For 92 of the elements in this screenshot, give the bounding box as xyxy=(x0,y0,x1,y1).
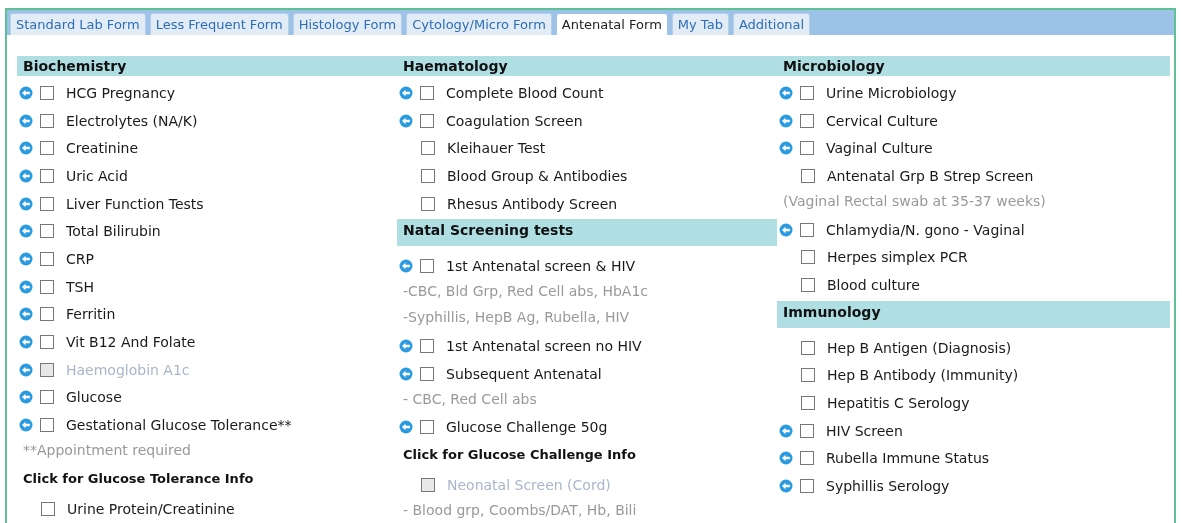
test-label: Cervical Culture xyxy=(826,112,938,129)
checkbox[interactable] xyxy=(40,196,54,211)
checkbox[interactable] xyxy=(40,113,54,128)
checkbox[interactable] xyxy=(40,251,54,266)
checkbox[interactable] xyxy=(421,196,435,211)
checkbox[interactable] xyxy=(801,250,815,265)
test-label: Haemoglobin A1c xyxy=(66,361,190,378)
section-header: Natal Screening tests xyxy=(397,219,777,247)
test-label: Vit B12 And Folate xyxy=(66,334,196,351)
checkbox[interactable] xyxy=(801,340,815,355)
checkbox[interactable] xyxy=(40,85,54,100)
test-label: Total Bilirubin xyxy=(66,223,161,240)
checkbox[interactable] xyxy=(801,277,815,292)
checkbox[interactable] xyxy=(420,420,434,435)
test-label: Electrolytes (NA/K) xyxy=(66,112,198,129)
section-header: Microbiology xyxy=(777,56,1170,76)
checkbox[interactable] xyxy=(800,113,814,128)
form-tab[interactable]: Standard Lab Form xyxy=(10,13,146,35)
test-label: Antenatal Grp B Strep Screen xyxy=(827,167,1034,184)
test-label: Rhesus Antibody Screen xyxy=(447,195,618,212)
note-text: (Vaginal Rectal swab at 35-37 weeks) xyxy=(782,191,1046,211)
checkbox[interactable] xyxy=(421,141,435,156)
checkbox[interactable] xyxy=(420,259,434,274)
test-label: Herpes simplex PCR xyxy=(827,249,968,266)
note-text: - Blood grp, Coombs/DAT, Hb, Bili xyxy=(402,500,637,520)
test-label: Vaginal Culture xyxy=(826,140,933,157)
test-label: Syphillis Serology xyxy=(826,478,950,495)
test-label: Urine Protein/Creatinine xyxy=(67,500,235,517)
checkbox[interactable] xyxy=(420,338,434,353)
checkbox[interactable] xyxy=(40,390,54,405)
test-label: Glucose xyxy=(66,389,122,406)
checkbox[interactable] xyxy=(800,222,814,237)
test-label: Rubella Immune Status xyxy=(826,450,990,467)
test-label: Creatinine xyxy=(66,140,139,157)
section-header: Immunology xyxy=(777,300,1170,328)
form-tab[interactable]: Cytology/Micro Form xyxy=(406,13,552,35)
checkbox[interactable] xyxy=(801,396,815,411)
test-label: Uric Acid xyxy=(66,167,128,184)
checkbox[interactable] xyxy=(40,168,54,183)
note-text: **Appointment required xyxy=(22,440,191,460)
checkbox[interactable] xyxy=(40,335,54,350)
section-header: Biochemistry xyxy=(17,56,397,76)
checkbox[interactable] xyxy=(800,423,814,438)
test-label: Liver Function Tests xyxy=(66,195,204,212)
info-link[interactable]: Click for Glucose Tolerance Info xyxy=(17,464,254,495)
form-tab[interactable]: My Tab xyxy=(671,13,729,35)
checkbox[interactable] xyxy=(800,451,814,466)
test-label: Coagulation Screen xyxy=(446,112,583,129)
test-label: Complete Blood Count xyxy=(446,84,604,101)
test-label: Hepatitis C Serology xyxy=(827,395,970,412)
checkbox[interactable] xyxy=(40,307,54,322)
checkbox[interactable] xyxy=(801,168,815,183)
checkbox[interactable] xyxy=(421,168,435,183)
test-label: Chlamydia/N. gono - Vaginal xyxy=(826,221,1025,238)
checkbox[interactable] xyxy=(40,418,54,433)
checkbox[interactable] xyxy=(40,224,54,239)
test-label: HIV Screen xyxy=(826,422,903,439)
test-label: TSH xyxy=(66,278,94,295)
checkbox[interactable] xyxy=(40,279,54,294)
form-tab[interactable]: Antenatal Form xyxy=(555,13,668,35)
test-label: Urine Microbiology xyxy=(826,84,957,101)
form-tab[interactable]: Less Frequent Form xyxy=(149,13,289,35)
test-label: 1st Antenatal screen & HIV xyxy=(446,258,636,275)
test-label: Gestational Glucose Tolerance** xyxy=(66,417,292,434)
test-label: Ferritin xyxy=(66,306,116,323)
note-text: - CBC, Red Cell abs xyxy=(402,389,537,409)
test-label: CRP xyxy=(66,250,94,267)
test-label: Blood culture xyxy=(827,276,920,293)
test-label: HCG Pregnancy xyxy=(66,84,176,101)
checkbox[interactable] xyxy=(420,366,434,381)
checkbox[interactable] xyxy=(40,141,54,156)
form-tab[interactable]: Histology Form xyxy=(292,13,403,35)
test-label: Subsequent Antenatal xyxy=(446,365,602,382)
test-label: 1st Antenatal screen no HIV xyxy=(446,337,642,354)
test-label: Hep B Antigen (Diagnosis) xyxy=(827,339,1012,356)
form-tab[interactable]: Additional xyxy=(732,13,811,35)
checkbox[interactable] xyxy=(420,85,434,100)
checkbox[interactable] xyxy=(800,479,814,494)
checkbox[interactable] xyxy=(420,113,434,128)
info-link[interactable]: Click for Glucose Challenge Info xyxy=(397,441,636,472)
checkbox[interactable] xyxy=(800,85,814,100)
checkbox[interactable] xyxy=(801,368,815,383)
section-header: Haematology xyxy=(397,56,777,76)
checkbox[interactable] xyxy=(41,501,55,516)
test-label: Neonatal Screen (Cord) xyxy=(447,477,611,494)
checkbox[interactable] xyxy=(800,141,814,156)
test-label: Glucose Challenge 50g xyxy=(446,419,608,436)
test-label: Kleihauer Test xyxy=(447,140,546,157)
test-label: Blood Group & Antibodies xyxy=(447,167,628,184)
note-text: -Syphillis, HepB Ag, Rubella, HIV xyxy=(402,308,630,328)
note-text: -CBC, Bld Grp, Red Cell abs, HbA1c xyxy=(402,282,648,302)
test-label: Hep B Antibody (Immunity) xyxy=(827,367,1019,384)
